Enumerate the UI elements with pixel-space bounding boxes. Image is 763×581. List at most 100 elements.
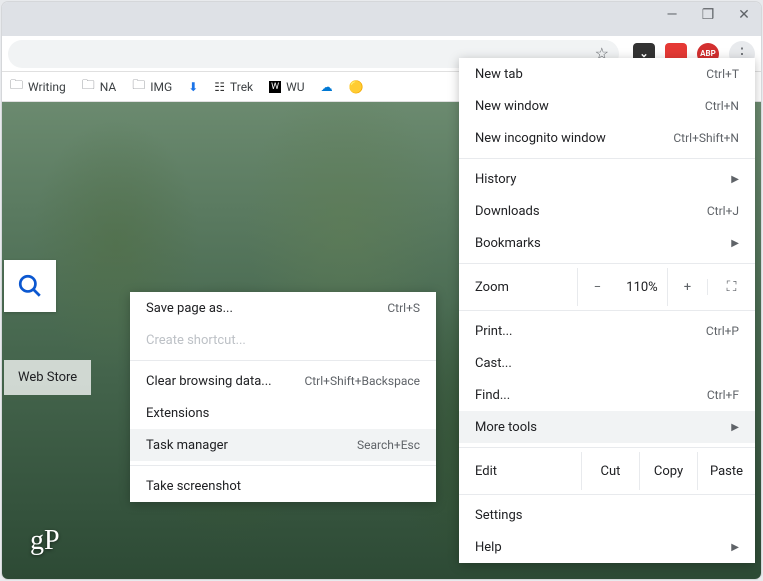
edit-label: Edit <box>475 464 581 479</box>
menu-label: Find... <box>475 388 510 403</box>
menu-label: Clear browsing data... <box>146 374 272 389</box>
web-store-label: Web Store <box>18 370 77 385</box>
bookmark-trek[interactable]: ☷ Trek <box>214 80 253 94</box>
menu-shortcut: Ctrl+T <box>706 67 739 81</box>
bookmark-writing[interactable]: 🗀 Writing <box>10 76 66 98</box>
restore-button[interactable]: ❐ <box>701 8 715 22</box>
cut-button[interactable]: Cut <box>581 452 639 490</box>
wu-icon: W <box>269 81 281 93</box>
create-shortcut-item: Create shortcut... <box>130 324 436 356</box>
history-item[interactable]: History ▶ <box>459 163 755 195</box>
menu-label: Cast... <box>475 356 512 371</box>
web-store-tile[interactable]: Web Store <box>4 360 91 395</box>
bookmark-photos[interactable]: 🟡 <box>349 80 364 94</box>
fullscreen-button[interactable]: ⛶ <box>707 279 755 295</box>
photos-icon: 🟡 <box>349 80 364 94</box>
menu-separator <box>459 447 755 448</box>
menu-label: New window <box>475 99 549 114</box>
more-tools-item[interactable]: More tools ▶ <box>459 411 755 443</box>
bookmark-download[interactable]: ⬇ <box>188 80 198 94</box>
chevron-right-icon: ▶ <box>731 542 739 553</box>
settings-item[interactable]: Settings <box>459 499 755 531</box>
take-screenshot-item[interactable]: Take screenshot <box>130 470 436 502</box>
copy-button[interactable]: Copy <box>639 452 697 490</box>
menu-label: New tab <box>475 67 523 82</box>
extensions-item[interactable]: Extensions <box>130 397 436 429</box>
bookmark-na[interactable]: 🗀 NA <box>82 76 117 98</box>
menu-separator <box>459 494 755 495</box>
downloads-item[interactable]: Downloads Ctrl+J <box>459 195 755 227</box>
zoom-row: Zoom − 110% + ⛶ <box>459 268 755 306</box>
menu-label: Settings <box>475 508 522 523</box>
new-window-item[interactable]: New window Ctrl+N <box>459 90 755 122</box>
bookmark-img[interactable]: 🗀 IMG <box>132 76 172 98</box>
zoom-percent: 110% <box>617 280 667 295</box>
menu-separator <box>130 360 436 361</box>
bookmark-label: Trek <box>230 80 253 94</box>
zoom-out-button[interactable]: − <box>577 268 617 306</box>
menu-shortcut: Ctrl+Shift+Backspace <box>304 374 420 388</box>
menu-label: Bookmarks <box>475 236 541 251</box>
menu-label: More tools <box>475 420 537 435</box>
folder-icon: 🗀 <box>10 76 23 98</box>
download-icon: ⬇ <box>188 80 198 94</box>
menu-shortcut: Ctrl+N <box>705 99 739 113</box>
bookmark-label: IMG <box>150 80 172 94</box>
menu-label: Take screenshot <box>146 479 241 494</box>
clear-browsing-data-item[interactable]: Clear browsing data... Ctrl+Shift+Backsp… <box>130 365 436 397</box>
menu-separator <box>459 263 755 264</box>
menu-shortcut: Search+Esc <box>357 438 420 452</box>
folder-icon: 🗀 <box>82 76 95 98</box>
titlebar: — ❐ ✕ <box>2 2 761 36</box>
bookmark-cloud[interactable]: ☁ <box>321 80 333 94</box>
bookmarks-item[interactable]: Bookmarks ▶ <box>459 227 755 259</box>
search-icon <box>17 273 43 299</box>
trek-icon: ☷ <box>214 80 225 94</box>
menu-shortcut: Ctrl+S <box>387 301 420 315</box>
new-incognito-item[interactable]: New incognito window Ctrl+Shift+N <box>459 122 755 154</box>
menu-shortcut: Ctrl+Shift+N <box>673 131 739 145</box>
menu-label: Task manager <box>146 438 228 453</box>
chevron-right-icon: ▶ <box>731 174 739 185</box>
bookmark-label: Writing <box>28 80 66 94</box>
browser-window: — ❐ ✕ ☆ ⌄ ABP ⋮ 🗀Writing 🗀NA 🗀IMG ⬇ ☷Tre… <box>2 2 761 579</box>
task-manager-item[interactable]: Task manager Search+Esc <box>130 429 436 461</box>
bookmark-wu[interactable]: W WU <box>269 80 304 94</box>
menu-label: Print... <box>475 324 512 339</box>
print-item[interactable]: Print... Ctrl+P <box>459 315 755 347</box>
menu-separator <box>459 310 755 311</box>
folder-icon: 🗀 <box>132 76 145 98</box>
main-menu: New tab Ctrl+T New window Ctrl+N New inc… <box>459 58 755 563</box>
menu-label: New incognito window <box>475 131 606 146</box>
menu-label: Save page as... <box>146 301 233 316</box>
more-tools-submenu: Save page as... Ctrl+S Create shortcut..… <box>130 292 436 502</box>
chevron-right-icon: ▶ <box>731 422 739 433</box>
menu-shortcut: Ctrl+P <box>706 324 739 338</box>
search-tile[interactable] <box>4 260 56 312</box>
save-page-as-item[interactable]: Save page as... Ctrl+S <box>130 292 436 324</box>
bookmark-label: WU <box>286 80 304 94</box>
site-logo: gP <box>30 525 60 557</box>
menu-label: History <box>475 172 516 187</box>
help-item[interactable]: Help ▶ <box>459 531 755 563</box>
chevron-right-icon: ▶ <box>731 238 739 249</box>
menu-separator <box>130 465 436 466</box>
minimize-button[interactable]: — <box>665 8 679 22</box>
menu-label: Create shortcut... <box>146 333 246 348</box>
menu-label: Help <box>475 540 502 555</box>
menu-separator <box>459 158 755 159</box>
zoom-in-button[interactable]: + <box>667 268 707 306</box>
menu-label: Downloads <box>475 204 540 219</box>
close-button[interactable]: ✕ <box>737 8 751 22</box>
cloud-icon: ☁ <box>321 80 333 94</box>
menu-label: Extensions <box>146 406 209 421</box>
menu-shortcut: Ctrl+F <box>707 388 739 402</box>
edit-row: Edit Cut Copy Paste <box>459 452 755 490</box>
new-tab-item[interactable]: New tab Ctrl+T <box>459 58 755 90</box>
menu-shortcut: Ctrl+J <box>707 204 739 218</box>
zoom-label: Zoom <box>475 280 577 295</box>
bookmark-label: NA <box>100 80 117 94</box>
paste-button[interactable]: Paste <box>697 452 755 490</box>
cast-item[interactable]: Cast... <box>459 347 755 379</box>
find-item[interactable]: Find... Ctrl+F <box>459 379 755 411</box>
